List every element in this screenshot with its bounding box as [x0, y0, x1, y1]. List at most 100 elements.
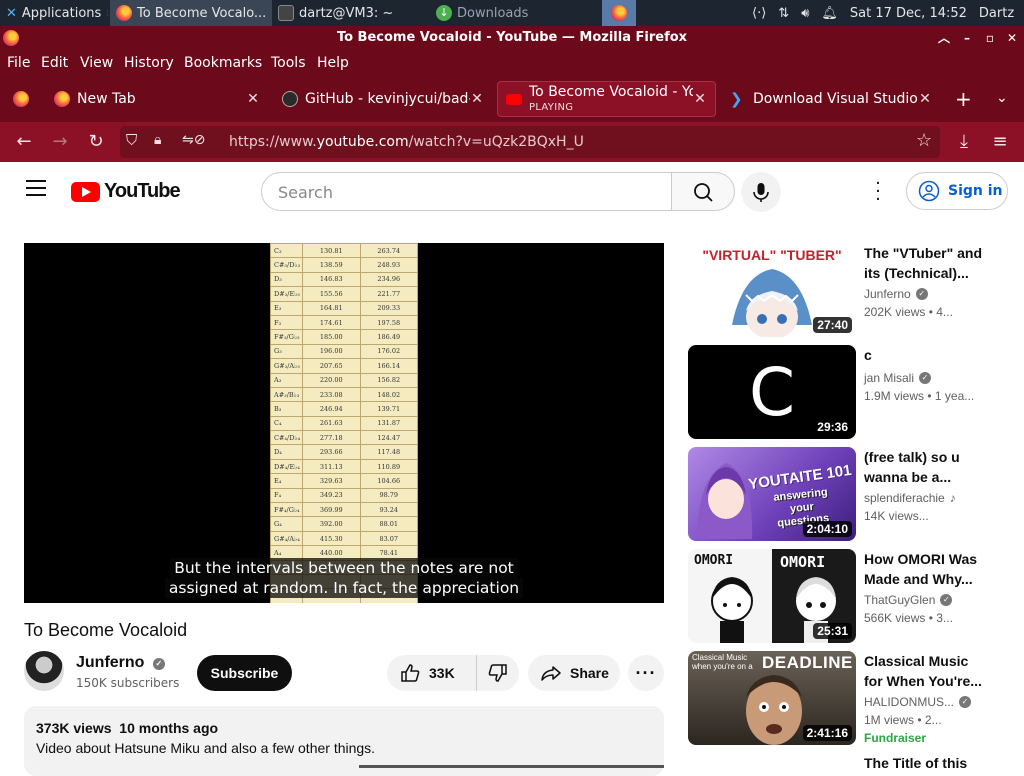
- taskbar-item-terminal[interactable]: dartz@VM3: ~: [272, 0, 428, 26]
- github-icon: [282, 91, 298, 107]
- transfer-icon[interactable]: ⇅: [778, 6, 789, 21]
- subscribe-button[interactable]: Subscribe: [197, 655, 292, 691]
- taskbar-item-firefox-2[interactable]: [602, 0, 636, 26]
- guide-menu-icon[interactable]: [26, 180, 46, 196]
- recommendation-title[interactable]: Classical Music for When You're...: [864, 651, 984, 691]
- verified-check-icon: ✓: [940, 594, 953, 606]
- new-tab-button[interactable]: +: [955, 89, 972, 109]
- video-thumbnail[interactable]: C 29:36: [688, 345, 856, 439]
- close-tab-icon[interactable]: ✕: [470, 91, 484, 107]
- downloads-icon[interactable]: ⤓: [952, 130, 976, 154]
- lock-icon[interactable]: 🔒︎: [154, 132, 161, 148]
- table-cell: 209.33: [359, 300, 418, 316]
- recommendation-title[interactable]: (free talk) so u wanna be a...: [864, 447, 984, 487]
- tab-visual-studio[interactable]: ❯ Download Visual Studio C ✕: [722, 81, 940, 117]
- taskbar-item-firefox[interactable]: To Become Vocalo...: [110, 0, 272, 26]
- close-tab-icon[interactable]: ✕: [693, 91, 707, 107]
- permissions-icon[interactable]: ⇋⊘: [182, 132, 205, 148]
- video-thumbnail[interactable]: OMORI OMORI 25:31: [688, 549, 856, 643]
- close-tab-icon[interactable]: ✕: [246, 91, 260, 107]
- recommendation-title[interactable]: The Title of this: [864, 756, 984, 768]
- menu-history[interactable]: History: [124, 55, 174, 71]
- taskbar-item-downloads[interactable]: ↓ Downloads: [430, 0, 600, 26]
- recommendation-channel[interactable]: HALIDONMUS... ✓: [864, 695, 972, 709]
- table-row: G₃ 196.00 176.02: [270, 343, 418, 360]
- recommendation-item[interactable]: YOUTAITE 101 answering your questions 2:…: [688, 447, 1008, 543]
- recommendation-channel[interactable]: Junferno ✓: [864, 287, 928, 301]
- network-icon[interactable]: ⟨·⟩: [752, 6, 766, 21]
- recommendation-item[interactable]: Classical Music when you're on a DEADLIN…: [688, 651, 1008, 747]
- recommendation-title[interactable]: How OMORI Was Made and Why...: [864, 549, 984, 589]
- close-tab-icon[interactable]: ✕: [918, 91, 932, 107]
- tab-new-tab[interactable]: New Tab ✕: [46, 81, 268, 117]
- menu-edit[interactable]: Edit: [41, 55, 68, 71]
- url-text[interactable]: https://www.youtube.com/watch?v=uQzk2BQx…: [229, 134, 584, 150]
- table-row: F#₄/G♭₄ 369.99 93.24: [270, 502, 418, 518]
- clock[interactable]: Sat 17 Dec, 14:52: [850, 6, 967, 21]
- close-window-button[interactable]: ✕: [1003, 29, 1021, 47]
- tab-firefox-view[interactable]: [4, 81, 38, 117]
- hamburger-menu-icon[interactable]: ≡: [988, 130, 1012, 154]
- table-row: F#₃/G♭₃ 185.00 186.49: [270, 329, 418, 345]
- voice-search-button[interactable]: [741, 172, 781, 212]
- notification-bell-icon[interactable]: 🔔︎: [821, 6, 838, 21]
- anime-character-art: [697, 463, 753, 539]
- video-duration: 27:40: [813, 317, 852, 333]
- recommendation-channel[interactable]: jan Misali ✓: [864, 371, 932, 385]
- forward-button[interactable]: →: [48, 130, 72, 154]
- table-cell: D#₃/E♭₃: [270, 286, 303, 302]
- recommendation-title[interactable]: The "VTuber" and its (Technical)...: [864, 243, 984, 283]
- back-button[interactable]: ←: [12, 130, 36, 154]
- recommendation-meta: 1M views • 2...: [864, 713, 942, 727]
- video-thumbnail[interactable]: [688, 756, 856, 768]
- channel-avatar[interactable]: [24, 651, 64, 691]
- dislike-button[interactable]: [477, 655, 519, 691]
- user-name[interactable]: Dartz: [979, 6, 1014, 21]
- menu-tools[interactable]: Tools: [271, 55, 306, 71]
- recommendation-item[interactable]: OMORI OMORI 25:31 How OMORI Was Made and…: [688, 549, 1008, 645]
- recommendation-title[interactable]: c: [864, 345, 984, 365]
- tab-youtube[interactable]: To Become Vocaloid - YouTube PLAYING ✕: [497, 81, 716, 117]
- volume-icon[interactable]: 🔊︎: [801, 6, 809, 21]
- recommendation-item[interactable]: C 29:36 c jan Misali ✓ 1.9M views • 1 ye…: [688, 345, 1008, 441]
- applications-menu[interactable]: ✕ Applications ≡: [0, 0, 108, 26]
- recommendation-item[interactable]: The Title of this: [688, 756, 1008, 768]
- share-button[interactable]: Share: [528, 655, 620, 691]
- recommendation-channel[interactable]: splendiferachie ♪: [864, 491, 956, 505]
- bookmark-star-icon[interactable]: ☆: [916, 130, 932, 151]
- search-input[interactable]: [278, 183, 658, 202]
- search-box[interactable]: [261, 172, 672, 211]
- menu-bookmarks[interactable]: Bookmarks: [184, 55, 262, 71]
- sign-in-button[interactable]: Sign in: [906, 172, 1008, 210]
- channel-name[interactable]: Junferno ✓: [76, 654, 165, 672]
- search-button[interactable]: [671, 172, 735, 211]
- table-cell: E₄: [270, 473, 303, 489]
- url-bar[interactable]: ⛉ 🔒︎ ⇋⊘ https://www.youtube.com/watch?v=…: [120, 126, 940, 158]
- menu-view[interactable]: View: [80, 55, 113, 71]
- more-options-icon[interactable]: · · ·: [872, 175, 884, 209]
- minimize-button[interactable]: –: [958, 29, 976, 47]
- more-actions-icon[interactable]: ···: [628, 655, 664, 691]
- video-thumbnail[interactable]: YOUTAITE 101 answering your questions 2:…: [688, 447, 856, 541]
- table-cell: 117.48: [359, 444, 418, 460]
- tab-bar: New Tab ✕ GitHub - kevinjycui/bad-a ✕ To…: [0, 77, 1024, 122]
- menu-help[interactable]: Help: [317, 55, 349, 71]
- table-cell: 146.83: [302, 271, 361, 288]
- collapse-icon[interactable]: ︿: [935, 29, 953, 47]
- list-tabs-chevron-icon[interactable]: ⌄: [996, 90, 1008, 106]
- video-thumbnail[interactable]: "VIRTUAL" "TUBER" 27:40: [688, 243, 856, 337]
- video-player[interactable]: C₃ 130.81 263.74 C#₃/D♭₃ 138.59 248.93 D₃ 146.8…: [24, 243, 664, 603]
- video-thumbnail[interactable]: Classical Music when you're on a DEADLIN…: [688, 651, 856, 745]
- youtube-logo[interactable]: YouTube: [71, 180, 181, 203]
- tab-github[interactable]: GitHub - kevinjycui/bad-a ✕: [274, 81, 492, 117]
- like-button[interactable]: 33K: [387, 655, 477, 691]
- recommendation-channel[interactable]: ThatGuyGlen ✓: [864, 593, 953, 607]
- video-subtitles: But the intervals between the notes are …: [24, 558, 664, 598]
- reload-button[interactable]: ↻: [84, 130, 108, 154]
- recommendation-item[interactable]: "VIRTUAL" "TUBER" 27:40 The "VTuber" and…: [688, 243, 1008, 339]
- navigation-bar: ← → ↻ ⛉ 🔒︎ ⇋⊘ https://www.youtube.com/wa…: [0, 122, 1024, 162]
- shield-icon[interactable]: ⛉: [126, 131, 137, 149]
- maximize-button[interactable]: ▫: [981, 29, 999, 47]
- youtube-icon: [506, 93, 522, 105]
- menu-file[interactable]: File: [7, 55, 30, 71]
